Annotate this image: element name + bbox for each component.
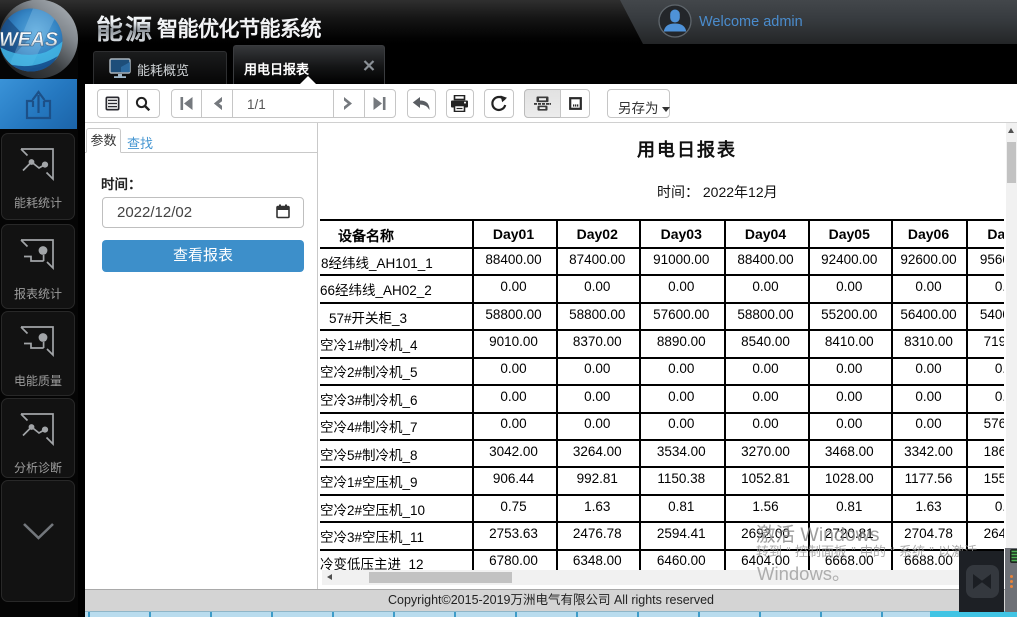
svg-text:WEAS: WEAS bbox=[0, 29, 59, 51]
